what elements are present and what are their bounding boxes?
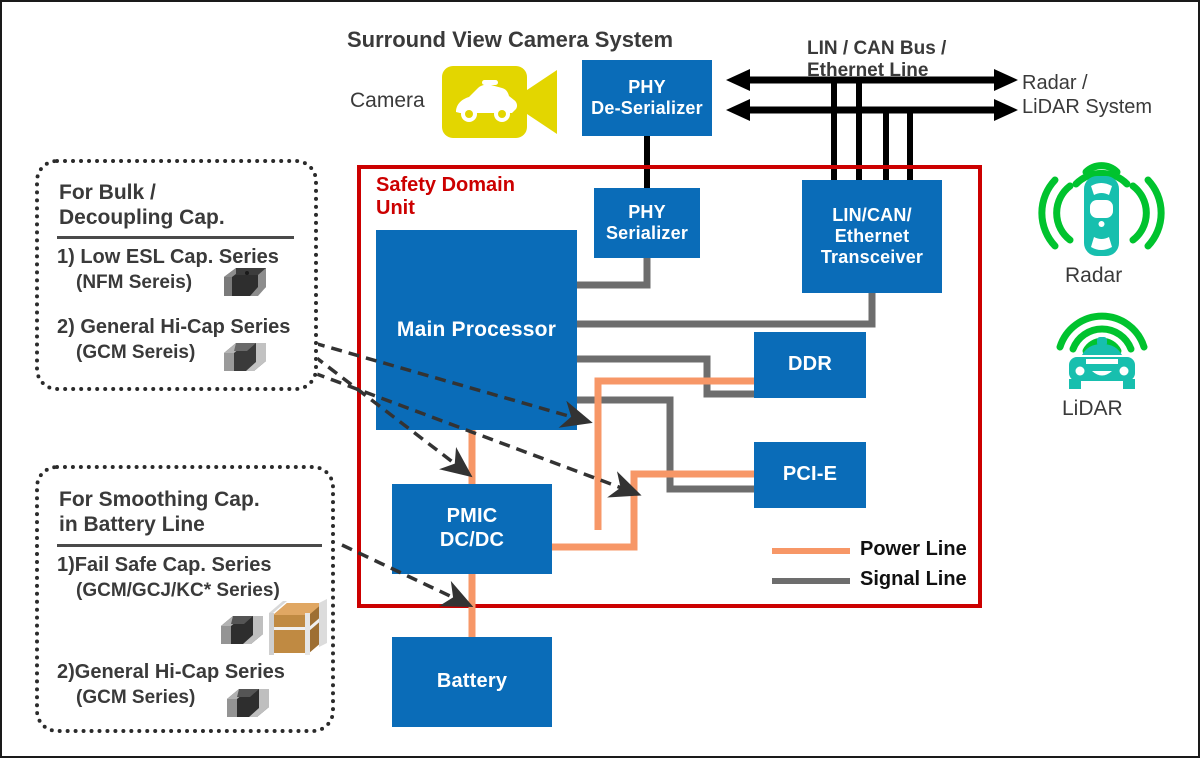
nfm-capacitor-icon — [214, 263, 276, 303]
title-surround-view-camera-system: Surround View Camera System — [347, 27, 674, 52]
safety-domain-unit-title: Safety Domain Unit — [376, 174, 515, 220]
callout-smoothing-item2-sub: (GCM Series) — [76, 687, 196, 708]
block-main-processor[interactable]: Main Processor — [376, 230, 577, 430]
label-radar-caption: Radar — [1065, 264, 1123, 287]
block-phy-serializer[interactable]: PHY Serializer — [594, 188, 700, 258]
fail-safe-capacitor-icon — [211, 609, 273, 651]
callout-bulk-decoupling: For Bulk / Decoupling Cap. 1) Low ESL Ca… — [35, 159, 318, 391]
block-ddr-label: DDR — [788, 353, 832, 376]
block-battery[interactable]: Battery — [392, 637, 552, 727]
block-lin-can-ethernet-transceiver[interactable]: LIN/CAN/ Ethernet Transceiver — [802, 180, 942, 293]
callout-bulk-item2: 2) General Hi-Cap Series — [57, 316, 291, 338]
block-phy-serializer-label: PHY Serializer — [605, 201, 689, 243]
callout-bulk-title: For Bulk / Decoupling Cap. — [59, 181, 225, 230]
callout-smoothing-divider — [57, 544, 322, 547]
diagram-canvas: Surround View Camera System Camera LIN /… — [0, 0, 1200, 758]
label-camera: Camera — [350, 89, 425, 112]
label-radar-lidar-system: Radar / LiDAR System — [1022, 72, 1153, 118]
callout-smoothing-item1-sub: (GCM/GCJ/KC* Series) — [76, 580, 280, 601]
radar-icon — [1034, 152, 1169, 260]
callout-smoothing-battery: For Smoothing Cap. in Battery Line 1)Fai… — [35, 465, 335, 733]
camera-icon — [442, 66, 557, 138]
legend-signal-line-label: Signal Line — [860, 568, 967, 590]
callout-bulk-divider — [57, 236, 294, 239]
callout-smoothing-title: For Smoothing Cap. in Battery Line — [59, 488, 260, 537]
legend-signal-line-swatch — [772, 578, 850, 584]
lidar-icon — [1042, 307, 1162, 399]
block-pcie-label: PCI-E — [782, 463, 838, 486]
block-pmic-dcdc-label: PMIC DC/DC — [439, 505, 505, 551]
callout-bulk-item1-sub: (NFM Sereis) — [76, 272, 193, 293]
legend-power-line-swatch — [772, 548, 850, 554]
block-ddr[interactable]: DDR — [754, 332, 866, 398]
block-pmic-dcdc[interactable]: PMIC DC/DC — [392, 484, 552, 574]
label-lin-can-bus: LIN / CAN Bus / Ethernet Line — [807, 38, 947, 82]
block-phy-deserializer-label: PHY De-Serializer — [591, 76, 703, 118]
block-phy-deserializer[interactable]: PHY De-Serializer — [582, 60, 712, 136]
gcm-capacitor-icon-bottom — [217, 682, 279, 724]
callout-smoothing-item2: 2)General Hi-Cap Series — [57, 661, 285, 683]
label-lidar-caption: LiDAR — [1062, 397, 1123, 420]
stacked-capacitor-icon — [265, 597, 333, 657]
block-pcie[interactable]: PCI-E — [754, 442, 866, 508]
legend-power-line-label: Power Line — [860, 538, 967, 560]
block-main-processor-label: Main Processor — [396, 317, 557, 341]
block-lin-can-ethernet-transceiver-label: LIN/CAN/ Ethernet Transceiver — [820, 204, 924, 268]
callout-smoothing-item1: 1)Fail Safe Cap. Series — [57, 554, 272, 576]
callout-bulk-item2-sub: (GCM Sereis) — [76, 342, 196, 363]
block-battery-label: Battery — [436, 670, 508, 693]
gcm-capacitor-icon-top — [214, 337, 276, 377]
